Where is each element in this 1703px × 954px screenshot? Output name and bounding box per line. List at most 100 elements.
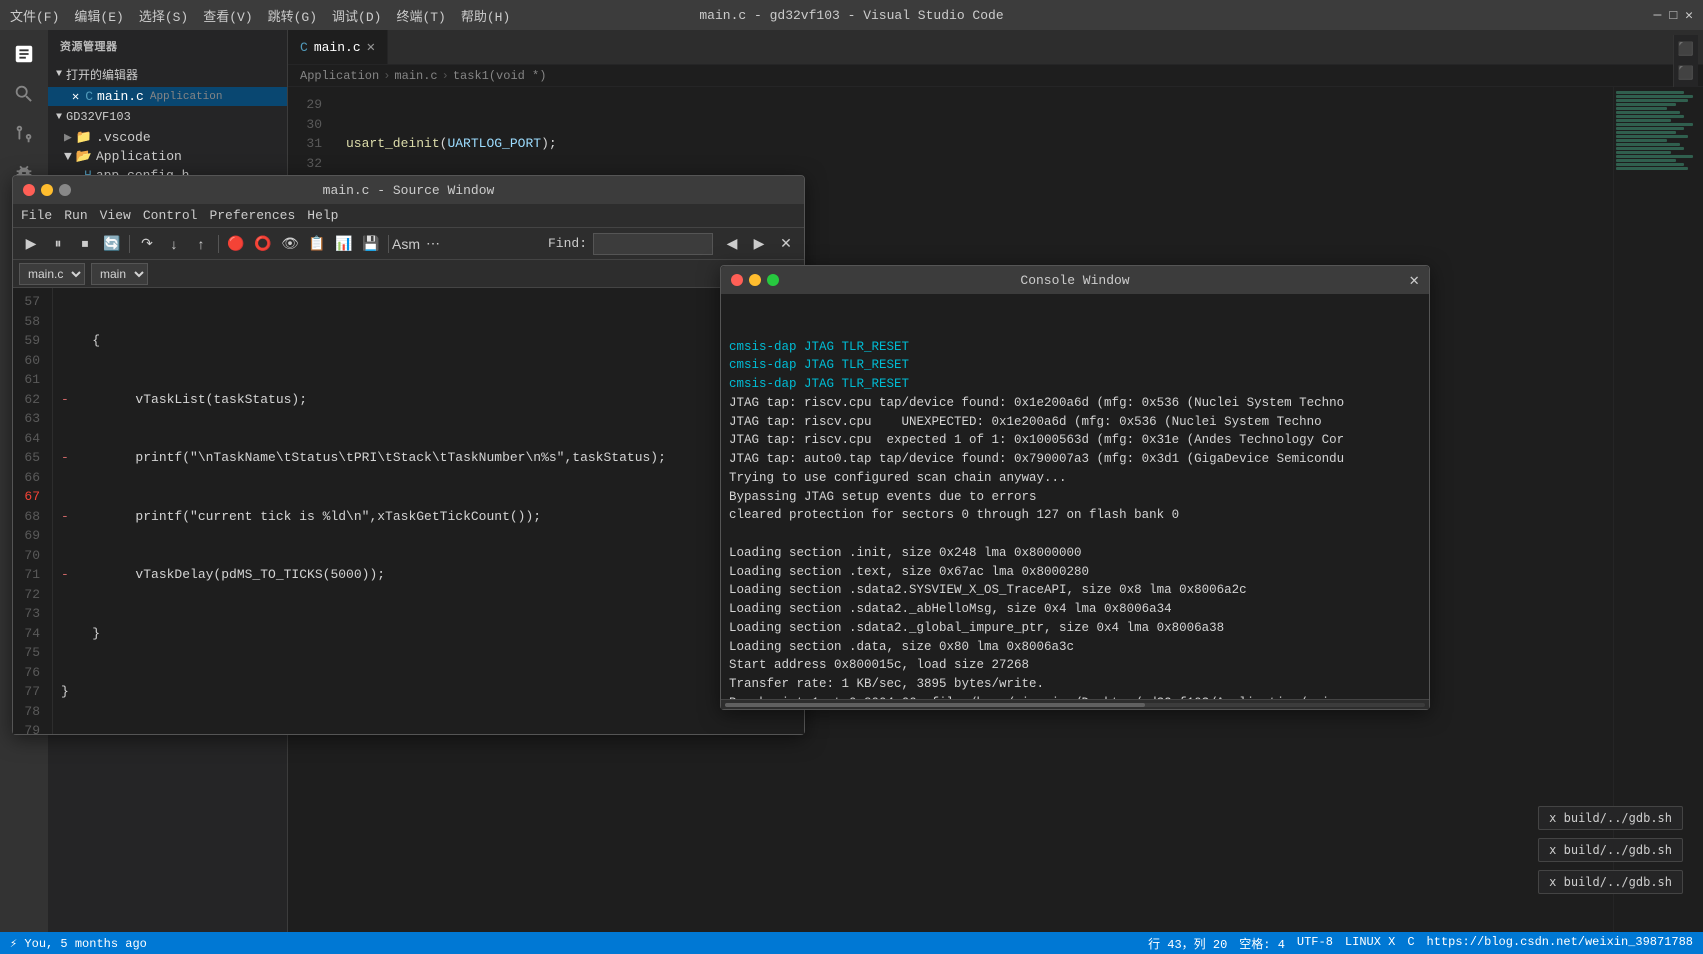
line-num-31: 31: [288, 134, 322, 154]
source-menu-run[interactable]: Run: [64, 208, 87, 223]
scroll-track[interactable]: [725, 703, 1425, 707]
src-num-61: 61: [13, 370, 40, 390]
gdb-action-1[interactable]: x build/../gdb.sh: [1538, 806, 1683, 830]
status-eol: LINUX X: [1345, 935, 1395, 952]
find-close[interactable]: ✕: [774, 233, 798, 255]
menu-terminal[interactable]: 终端(T): [396, 6, 445, 25]
source-code-area[interactable]: 57 58 59 60 61 62 63 64 65 66 67 68 69 7…: [13, 288, 804, 734]
source-menu-file[interactable]: File: [21, 208, 52, 223]
status-url: https://blog.csdn.net/weixin_39871788: [1427, 935, 1693, 952]
source-lines[interactable]: { - vTaskList(taskStatus); - printf("\nT…: [53, 288, 804, 734]
line-num-30: 30: [288, 115, 322, 135]
find-input[interactable]: [593, 233, 713, 255]
scroll-thumb[interactable]: [725, 703, 1145, 707]
toolbar-watch[interactable]: 👁: [278, 233, 302, 255]
status-position: 行 43，列 20: [1148, 935, 1227, 952]
src-num-77: 77: [13, 682, 40, 702]
maximize-dot[interactable]: [59, 184, 71, 196]
folder-open-icon: ▼: [64, 149, 72, 164]
source-window-titlebar: main.c - Source Window: [13, 176, 804, 204]
src-num-60: 60: [13, 351, 40, 371]
src-num-72: 72: [13, 585, 40, 605]
toolbar-bp[interactable]: 🔴: [224, 233, 248, 255]
toolbar-step-out[interactable]: ↑: [189, 233, 213, 255]
source-menu-control[interactable]: Control: [143, 208, 198, 223]
toolbar-pause[interactable]: ⏸: [46, 233, 70, 255]
menu-edit[interactable]: 编辑(E): [74, 6, 123, 25]
find-area: Find:: [548, 233, 713, 255]
src-num-58: 58: [13, 312, 40, 332]
toolbar-run[interactable]: ▶: [19, 233, 43, 255]
gdb-action-3[interactable]: x build/../gdb.sh: [1538, 870, 1683, 894]
folder-vscode[interactable]: ▶ 📁 .vscode: [48, 128, 287, 147]
tab-close-icon[interactable]: ✕: [367, 39, 375, 56]
src-num-71: 71: [13, 565, 40, 585]
src-num-62: 62: [13, 390, 40, 410]
toolbar-locals[interactable]: 📋: [305, 233, 329, 255]
maximize-button[interactable]: □: [1669, 8, 1677, 23]
src-62: }: [61, 624, 796, 644]
src-num-65: 65: [13, 448, 40, 468]
minimize-dot[interactable]: [41, 184, 53, 196]
console-minimize-dot[interactable]: [749, 274, 761, 286]
breadcrumb-sep2: ›: [442, 69, 449, 83]
toolbar-clear-bp[interactable]: ⭕: [251, 233, 275, 255]
console-log-line: cmsis-dap JTAG TLR_RESET: [729, 356, 1421, 375]
search-icon[interactable]: [8, 78, 40, 110]
breadcrumb-sep1: ›: [383, 69, 390, 83]
explorer-root-section[interactable]: ▼ GD32VF103: [48, 106, 287, 128]
menu-help[interactable]: 帮助(H): [461, 6, 510, 25]
minimize-button[interactable]: ─: [1654, 8, 1662, 23]
open-file-main-c[interactable]: ✕ C main.c Application: [48, 87, 287, 106]
gdb-action-2[interactable]: x build/../gdb.sh: [1538, 838, 1683, 862]
toolbar-asm[interactable]: Asm: [394, 233, 418, 255]
explorer-root-label: GD32VF103: [66, 110, 131, 124]
console-log-line: Loading section .sdata2._abHelloMsg, siz…: [729, 600, 1421, 619]
function-selector[interactable]: main: [91, 263, 148, 285]
status-git: ⚡ You, 5 months ago: [10, 936, 147, 951]
close-dot[interactable]: [23, 184, 35, 196]
explorer-icon[interactable]: [8, 38, 40, 70]
close-file-icon[interactable]: ✕: [72, 89, 79, 104]
menu-select[interactable]: 选择(S): [139, 6, 188, 25]
toolbar-step-over[interactable]: ↷: [135, 233, 159, 255]
console-close-dot[interactable]: [731, 274, 743, 286]
window-controls[interactable]: ─ □ ✕: [1654, 8, 1693, 23]
open-editors-section[interactable]: ▼ 打开的编辑器: [48, 62, 287, 87]
console-log-line: JTAG tap: auto0.tap tap/device found: 0x…: [729, 450, 1421, 469]
console-log-line: cmsis-dap JTAG TLR_RESET: [729, 338, 1421, 357]
open-file-name: main.c: [97, 89, 144, 104]
toolbar-restart[interactable]: 🔄: [100, 233, 124, 255]
toolbar-stop[interactable]: ⏹: [73, 233, 97, 255]
source-menu-help[interactable]: Help: [307, 208, 338, 223]
tab-main-c[interactable]: C main.c ✕: [288, 30, 388, 64]
console-close-btn[interactable]: ✕: [1409, 270, 1419, 290]
breadcrumb-function: task1(void *): [453, 69, 547, 83]
menu-bar[interactable]: 文件(F) 编辑(E) 选择(S) 查看(V) 跳转(G) 调试(D) 终端(T…: [10, 6, 510, 25]
source-menu-preferences[interactable]: Preferences: [209, 208, 295, 223]
find-next[interactable]: ▶: [747, 233, 771, 255]
toolbar-step-in[interactable]: ↓: [162, 233, 186, 255]
folder-application[interactable]: ▼ 📂 Application: [48, 147, 287, 166]
source-window-title: main.c - Source Window: [323, 183, 495, 198]
source-control-icon[interactable]: [8, 118, 40, 150]
status-left: ⚡ You, 5 months ago: [10, 936, 147, 951]
find-prev[interactable]: ◀: [720, 233, 744, 255]
menu-debug[interactable]: 调试(D): [332, 6, 381, 25]
file-selector[interactable]: main.c: [19, 263, 85, 285]
menu-view[interactable]: 查看(V): [203, 6, 252, 25]
src-num-59: 59: [13, 331, 40, 351]
console-log-line: Bypassing JTAG setup events due to error…: [729, 488, 1421, 507]
console-maximize-dot[interactable]: [767, 274, 779, 286]
toolbar-more[interactable]: ⋯: [421, 233, 445, 255]
toolbar-registers[interactable]: 📊: [332, 233, 356, 255]
sep1: [129, 235, 130, 253]
close-button[interactable]: ✕: [1685, 8, 1693, 23]
toolbar-memory[interactable]: 💾: [359, 233, 383, 255]
console-scrollbar[interactable]: [721, 699, 1429, 709]
source-menu-view[interactable]: View: [100, 208, 131, 223]
right-icon-1[interactable]: ⬛: [1676, 39, 1696, 59]
menu-goto[interactable]: 跳转(G): [268, 6, 317, 25]
right-icon-2[interactable]: ⬛: [1676, 63, 1696, 83]
menu-file[interactable]: 文件(F): [10, 6, 59, 25]
